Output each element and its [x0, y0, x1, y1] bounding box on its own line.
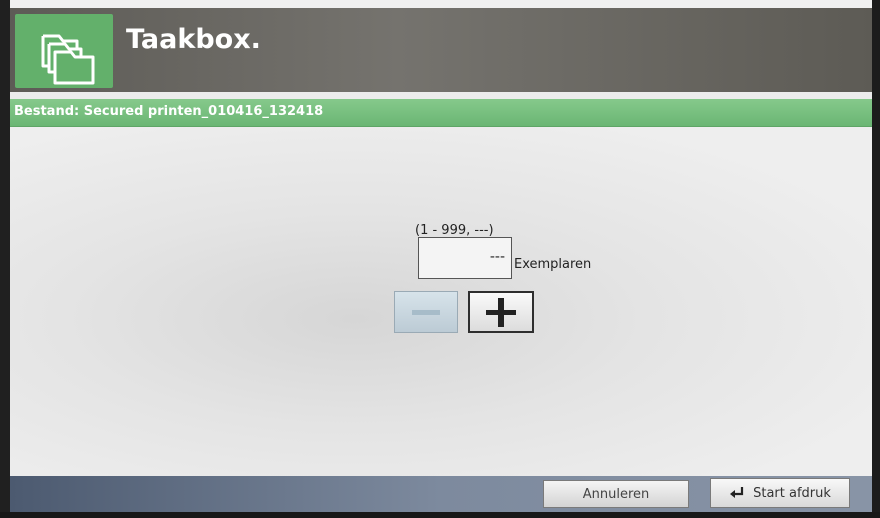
bezel-top [0, 0, 880, 8]
enter-arrow-icon [729, 486, 745, 500]
bezel-right [872, 0, 880, 518]
file-name-bar: Bestand: Secured printen_010416_132418 [10, 99, 872, 127]
increment-button[interactable] [468, 291, 534, 333]
cancel-button[interactable]: Annuleren [543, 480, 689, 508]
bezel-bottom [0, 512, 880, 518]
bezel-left [0, 0, 10, 518]
copies-value: --- [489, 249, 505, 265]
touch-screen: Taakbox. Bestand: Secured printen_010416… [10, 8, 872, 512]
footer-bar: Annuleren Start afdruk [10, 476, 872, 512]
page-title: Taakbox. [126, 24, 261, 55]
copies-input[interactable]: --- [418, 237, 512, 279]
decrement-button[interactable] [394, 291, 458, 333]
start-print-button[interactable]: Start afdruk [710, 478, 850, 508]
stacked-folders-icon [15, 14, 113, 88]
cancel-button-label: Annuleren [582, 486, 650, 502]
header-bar: Taakbox. [10, 8, 872, 92]
copies-panel: (1 - 999, ---) --- Exemplaren [10, 127, 872, 476]
copies-unit-label: Exemplaren [514, 257, 592, 272]
start-print-label: Start afdruk [753, 485, 831, 501]
minus-icon [412, 310, 440, 315]
file-name-label: Bestand: Secured printen_010416_132418 [14, 104, 324, 119]
copies-range-hint: (1 - 999, ---) [415, 223, 494, 238]
